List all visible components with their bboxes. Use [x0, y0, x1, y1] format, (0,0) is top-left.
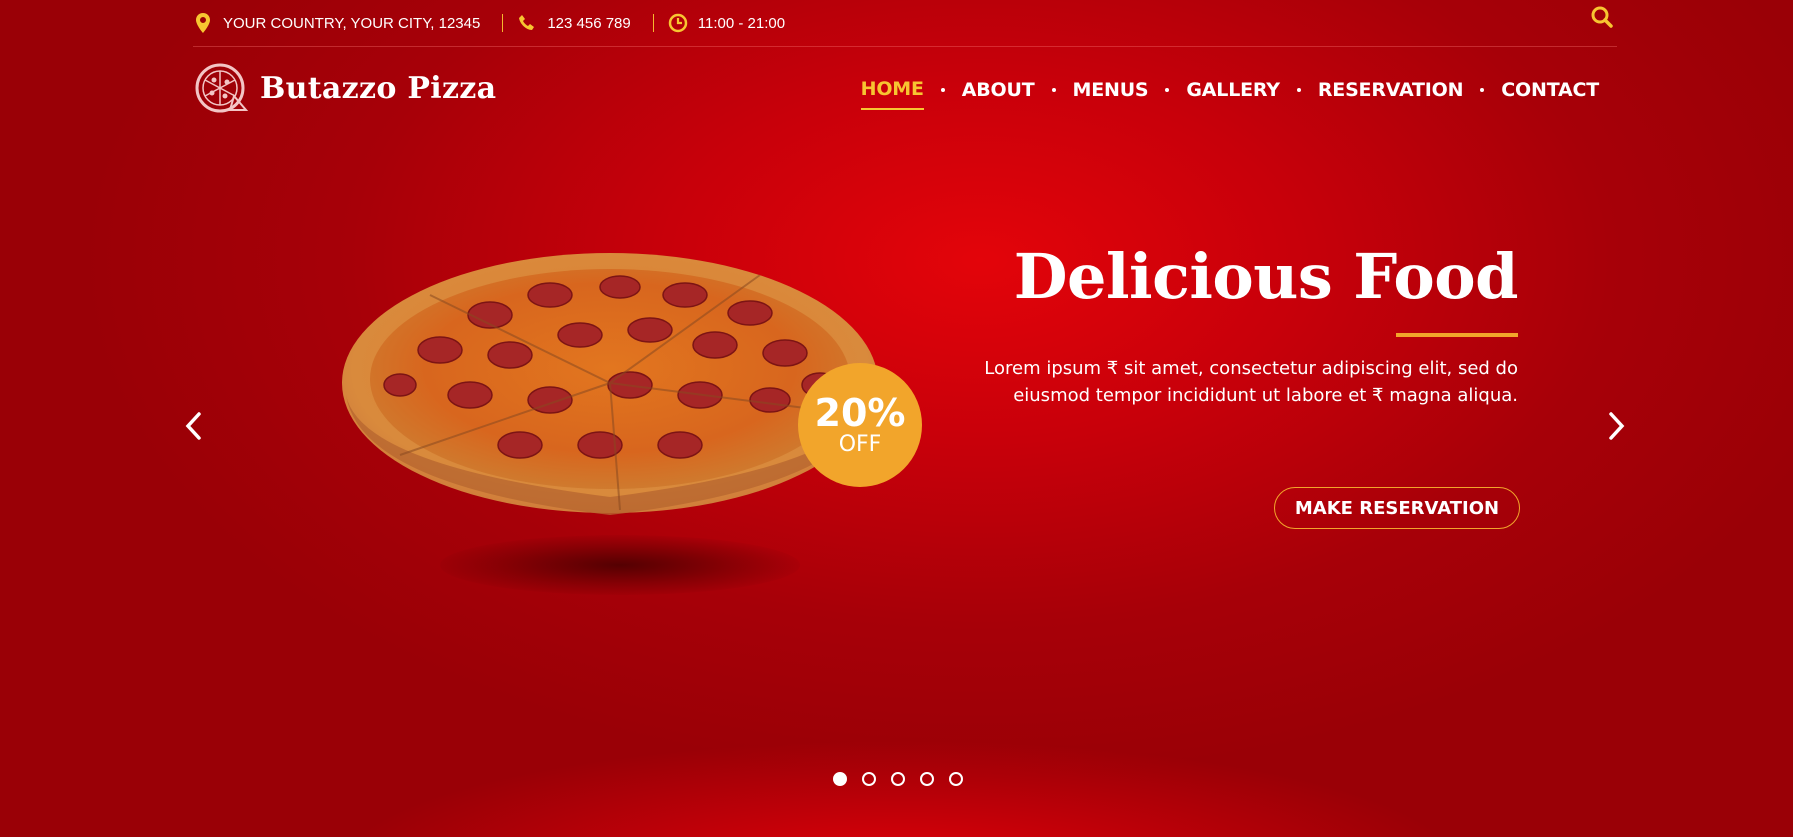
chevron-left-icon [184, 411, 202, 446]
make-reservation-button[interactable]: MAKE RESERVATION [1274, 487, 1520, 529]
nav-item-home[interactable]: HOME [860, 78, 924, 110]
nav-separator-dot [1480, 88, 1485, 92]
address-info: YOUR COUNTRY, YOUR CITY, 12345 [193, 13, 480, 33]
map-marker-icon [193, 13, 213, 33]
divider [502, 14, 504, 32]
nav-item-reservation[interactable]: RESERVATION [1318, 79, 1464, 109]
top-info-bar: YOUR COUNTRY, YOUR CITY, 12345 123 456 7… [193, 0, 1617, 47]
phone-icon [517, 13, 537, 33]
nav-separator-dot [1051, 88, 1056, 92]
title-underline [1396, 333, 1518, 337]
slider-dot-4[interactable] [920, 772, 934, 786]
slider-dot-5[interactable] [949, 772, 963, 786]
brand-logo[interactable]: Butazzo Pizza [194, 62, 496, 114]
address-text: YOUR COUNTRY, YOUR CITY, 12345 [223, 14, 481, 32]
discount-off-label: OFF [838, 432, 882, 457]
hero-title: Delicious Food [1013, 240, 1519, 313]
slider-next-button[interactable] [1602, 410, 1632, 446]
search-icon [1590, 5, 1614, 34]
slider-dot-1[interactable] [833, 772, 847, 786]
discount-badge: 20% OFF [798, 363, 922, 487]
nav-separator-dot [1165, 88, 1170, 92]
clock-icon [668, 13, 688, 33]
phone-text[interactable]: 123 456 789 [547, 15, 630, 32]
slider-dot-3[interactable] [891, 772, 905, 786]
chevron-right-icon [1608, 411, 1626, 446]
slider-dot-2[interactable] [862, 772, 876, 786]
nav-item-contact[interactable]: CONTACT [1501, 79, 1599, 109]
pizza-logo-icon [194, 62, 250, 114]
slider-pagination [833, 772, 978, 786]
main-nav: HOME ABOUT MENUS GALLERY RESERVATION CON… [860, 78, 1599, 110]
hours-info: 11:00 - 21:00 [668, 13, 785, 33]
floor-glow [0, 577, 1793, 837]
hours-text: 11:00 - 21:00 [697, 14, 786, 32]
hero-description: Lorem ipsum ₹ sit amet, consectetur adip… [984, 358, 1518, 406]
slider-prev-button[interactable] [178, 410, 208, 446]
nav-separator-dot [1296, 88, 1301, 92]
nav-separator-dot [940, 88, 945, 92]
nav-item-about[interactable]: ABOUT [962, 79, 1035, 109]
discount-percent: 20% [814, 391, 906, 435]
brand-name: Butazzo Pizza [260, 70, 497, 106]
nav-item-menus[interactable]: MENUS [1073, 79, 1149, 109]
phone-info: 123 456 789 [517, 13, 631, 33]
nav-item-gallery[interactable]: GALLERY [1186, 79, 1280, 109]
search-button[interactable] [1587, 4, 1617, 34]
divider [652, 14, 654, 32]
